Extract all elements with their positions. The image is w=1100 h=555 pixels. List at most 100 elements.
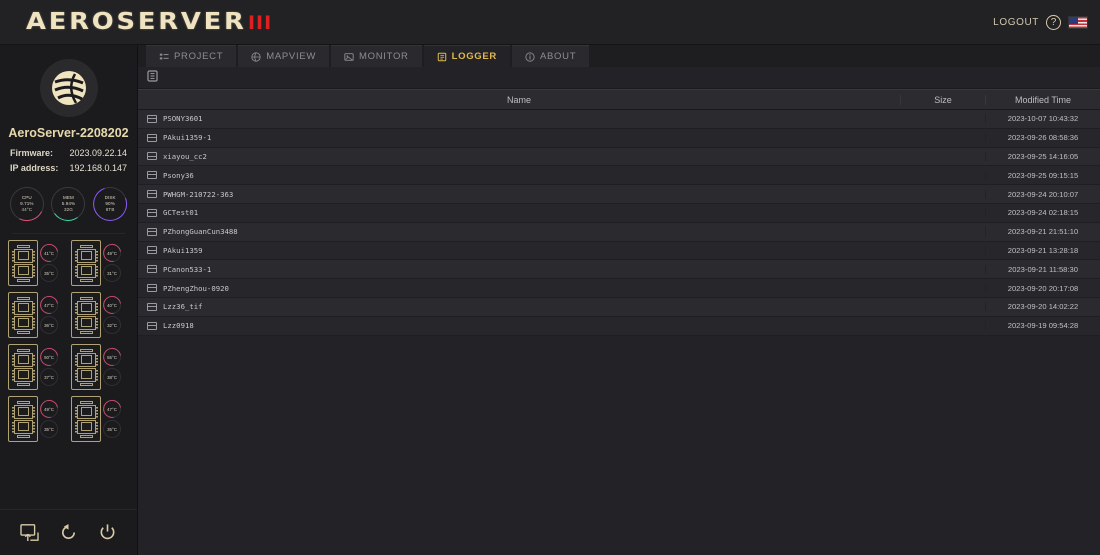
us-flag-icon[interactable] [1068,16,1088,29]
module-card[interactable]: 49°C 35°C [8,396,66,442]
table-row[interactable]: Lzz36_tif 2023-09-20 14:02:22 [138,297,1100,317]
file-modified-cell: 2023-10-07 10:43:32 [985,114,1100,124]
table-row[interactable]: Lzz0918 2023-09-19 09:54:28 [138,316,1100,336]
tab-about-label: ABOUT [539,51,577,62]
tab-mapview[interactable]: MAPVIEW [238,45,330,67]
logout-button[interactable]: LOGOUT [993,17,1039,28]
chip-module-icon [71,396,101,442]
module-card[interactable]: 40°C 32°C [71,292,129,338]
file-modified-cell: 2023-09-20 20:17:08 [985,283,1100,293]
question-circle-icon[interactable]: ? [1046,15,1061,30]
chip-module-icon [71,240,101,286]
file-name-label: PZhongGuanCun3488 [163,227,238,237]
folder-icon [147,246,157,255]
file-name-cell: PZhengZhou-0920 [138,284,900,293]
sidebar-footer [0,509,137,555]
module-card[interactable]: 47°C 35°C [71,396,129,442]
folder-icon [147,321,157,330]
module-temp-main: 49°C [40,400,58,418]
chip-module-icon [8,344,38,390]
restart-icon[interactable] [59,523,78,542]
file-modified-cell: 2023-09-25 14:16:05 [985,151,1100,161]
logo-text: AEROSERVER [26,9,247,35]
app-body: AeroServer-2208202 Firmware: 2023.09.22.… [0,45,1100,555]
book-icon [437,52,446,61]
table-row[interactable]: PZhongGuanCun3488 2023-09-21 21:51:10 [138,222,1100,242]
module-temp-main: 47°C [40,296,58,314]
module-card-row: 49°C 35°C 47°C 35°C [8,396,129,442]
table-row[interactable]: PWHGM-210722-363 2023-09-24 20:10:07 [138,185,1100,204]
sidebar: AeroServer-2208202 Firmware: 2023.09.22.… [0,45,138,555]
folder-icon [147,302,157,311]
module-temp-sub: 31°C [103,264,121,282]
module-temp-main: 40°C [103,296,121,314]
column-header-size[interactable]: Size [900,94,985,105]
table-row[interactable]: PSONY3601 2023-10-07 10:43:32 [138,110,1100,129]
export-screen-icon[interactable] [20,524,39,541]
tab-project[interactable]: PROJECT [146,45,237,67]
globe-icon [251,51,261,62]
table-row[interactable]: PAkui1359-1 2023-09-26 08:58:36 [138,128,1100,148]
tab-about[interactable]: ABOUT [511,45,590,67]
chip-module-icon [71,344,101,390]
module-card[interactable]: 50°C 37°C [8,344,66,390]
avatar [39,59,98,117]
tab-logger[interactable]: LOGGER [423,45,510,67]
tab-bar: PROJECT MAPVIEW MONITOR LOGGER ABOUT [138,45,1100,67]
file-name-cell: PZhongGuanCun3488 [138,227,900,236]
file-name-label: PSONY3601 [163,114,203,124]
chip-module-icon [8,292,38,338]
module-card[interactable]: 55°C 38°C [71,344,129,390]
power-icon[interactable] [98,523,117,542]
file-name-label: PZhengZhou-0920 [163,283,229,293]
cpu-gauge: CPU 9.71% 44°C [5,182,49,226]
file-name-label: Lzz0918 [163,321,194,331]
module-temps: 41°C 35°C [40,244,58,282]
table-row[interactable]: Psony36 2023-09-25 09:15:15 [138,166,1100,186]
mem-gauge: MEM 5.94% 32G [48,184,89,224]
main-panel: PROJECT MAPVIEW MONITOR LOGGER ABOUT Nam… [138,45,1100,555]
table-row[interactable]: PZhengZhou-0920 2023-09-20 20:17:08 [138,279,1100,298]
top-bar-right: LOGOUT ? [993,0,1088,45]
file-name-label: PAkui1359-1 [163,133,212,143]
ip-address-value: 192.168.0.147 [69,163,127,173]
module-card[interactable]: 41°C 35°C [8,240,66,286]
module-card-row: 41°C 35°C 49°C 31°C [8,240,129,286]
folder-icon [147,208,157,217]
folder-icon [147,284,157,293]
tab-logger-label: LOGGER [451,51,497,62]
table-row[interactable]: xiayou_cc2 2023-09-25 14:16:05 [138,147,1100,167]
server-name: AeroServer-2208202 [8,126,129,140]
module-card[interactable]: 49°C 31°C [71,240,129,286]
firmware-row: Firmware: 2023.09.22.14 [0,148,137,158]
chip-module-icon [8,240,38,286]
file-name-cell: Psony36 [138,171,900,180]
module-card-row: 50°C 37°C 55°C 38°C [8,344,129,390]
table-row[interactable]: GCTest01 2023-09-24 02:18:15 [138,203,1100,223]
file-modified-cell: 2023-09-21 11:58:30 [985,264,1100,274]
resource-gauges: CPU 9.71% 44°C MEM 5.94% 32G DISK 90% 8T… [5,181,133,227]
file-name-label: Lzz36_tif [163,302,203,312]
table-body: PSONY3601 2023-10-07 10:43:32 PAkui1359-1 2… [138,110,1100,336]
module-card[interactable]: 47°C 36°C [8,292,66,338]
column-header-name[interactable]: Name [138,95,900,105]
log-list-icon[interactable] [147,69,158,87]
firmware-label: Firmware: [10,148,54,158]
table-row[interactable]: PCanon533-1 2023-09-21 11:58:30 [138,260,1100,280]
table-row[interactable]: PAkui1359 2023-09-21 13:28:18 [138,241,1100,261]
file-name-cell: PWHGM-210722-363 [138,190,900,199]
logger-toolbar [138,67,1100,89]
tab-project-label: PROJECT [174,51,224,62]
module-temp-main: 41°C [40,244,58,262]
tab-monitor[interactable]: MONITOR [331,45,422,67]
table-header: Name Size Modified Time [138,89,1100,110]
tab-mapview-label: MAPVIEW [266,51,317,62]
module-temp-main: 47°C [103,400,121,418]
file-name-label: Psony36 [163,170,194,180]
module-temp-sub: 35°C [40,264,58,282]
folder-icon [147,265,157,274]
module-temps: 49°C 35°C [40,400,58,438]
table-empty-area [138,335,1100,555]
column-header-modified[interactable]: Modified Time [985,94,1100,105]
ip-address-label: IP address: [10,163,59,173]
